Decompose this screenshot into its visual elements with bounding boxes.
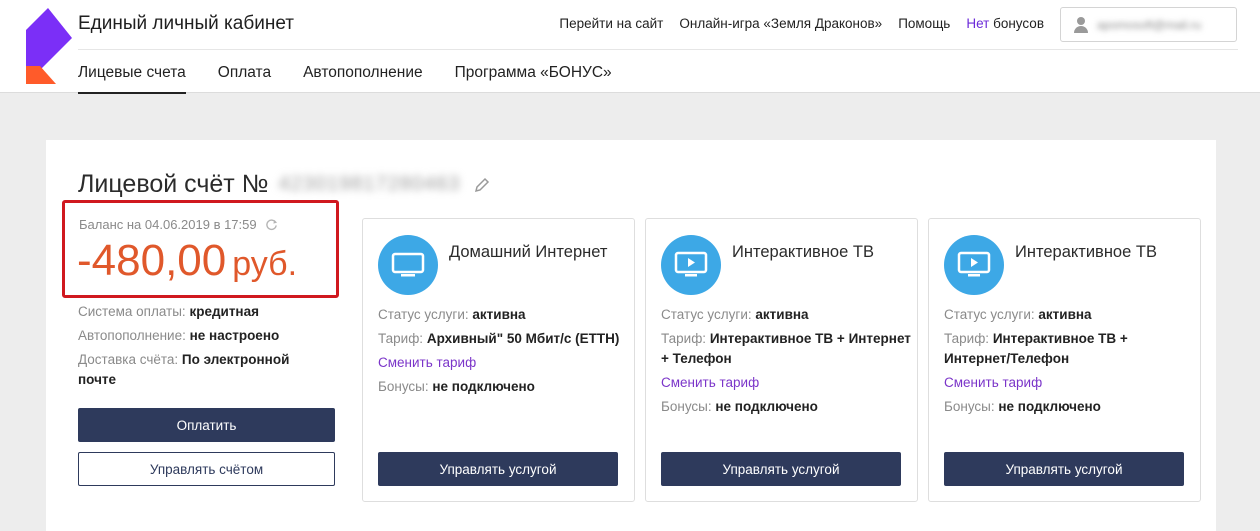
account-title: Лицевой счёт № 423019817280463 xyxy=(78,170,490,199)
main-nav: Лицевые счета Оплата Автопополнение Прог… xyxy=(78,64,612,94)
balance-date-text: Баланс на 04.06.2019 в 17:59 xyxy=(79,217,257,232)
service-icon-circle xyxy=(944,235,1004,295)
bonus-value: не подключено xyxy=(432,379,535,394)
go-to-site-link[interactable]: Перейти на сайт xyxy=(559,16,663,31)
help-link[interactable]: Помощь xyxy=(898,16,950,31)
user-icon xyxy=(1073,16,1089,33)
tab-bonus-program[interactable]: Программа «БОНУС» xyxy=(455,64,612,94)
service-details: Статус услуги: активна Тариф: Интерактив… xyxy=(661,305,911,421)
manage-service-button[interactable]: Управлять услугой xyxy=(378,452,618,486)
change-tariff-row: Сменить тариф xyxy=(944,373,1194,393)
service-tariff-row: Тариф: Архивный" 50 Мбит/с (ЕТТН) xyxy=(378,329,628,349)
balance-currency: руб. xyxy=(232,245,298,283)
balance-date: Баланс на 04.06.2019 в 17:59 xyxy=(79,217,278,232)
service-tariff-row: Тариф: Интерактивное ТВ + Интернет + Тел… xyxy=(661,329,911,369)
payment-system-row: Система оплаты: кредитная xyxy=(78,302,318,322)
status-value: активна xyxy=(472,307,526,322)
service-icon-circle xyxy=(661,235,721,295)
service-details: Статус услуги: активна Тариф: Интерактив… xyxy=(944,305,1194,421)
bonus-label: Бонусы: xyxy=(944,399,995,414)
autopay-label: Автопополнение: xyxy=(78,328,186,343)
service-card-tv-2: Интерактивное ТВ Статус услуги: активна … xyxy=(928,218,1201,502)
header-divider xyxy=(78,49,1238,50)
dragon-game-link[interactable]: Онлайн-игра «Земля Драконов» xyxy=(679,16,882,31)
autopay-row: Автопополнение: не настроено xyxy=(78,326,318,346)
bonus-suffix: бонусов xyxy=(993,16,1044,31)
status-label: Статус услуги: xyxy=(378,307,469,322)
refresh-icon[interactable] xyxy=(265,218,278,231)
account-number: 423019817280463 xyxy=(278,173,461,195)
manage-service-button[interactable]: Управлять услугой xyxy=(944,452,1184,486)
service-bonus-row: Бонусы: не подключено xyxy=(661,397,911,417)
service-status-row: Статус услуги: активна xyxy=(378,305,628,325)
bonus-value: не подключено xyxy=(715,399,818,414)
change-tariff-row: Сменить тариф xyxy=(378,353,628,373)
service-status-row: Статус услуги: активна xyxy=(944,305,1194,325)
status-value: активна xyxy=(1038,307,1092,322)
status-value: активна xyxy=(755,307,809,322)
tariff-label: Тариф: xyxy=(661,331,707,346)
rostelecom-logo-icon[interactable] xyxy=(26,8,74,84)
service-details: Статус услуги: активна Тариф: Архивный" … xyxy=(378,305,628,401)
tab-payment[interactable]: Оплата xyxy=(218,64,271,94)
bonus-label: Бонусы: xyxy=(378,379,429,394)
account-card: Лицевой счёт № 423019817280463 Баланс на… xyxy=(46,140,1216,531)
header: Единый личный кабинет Перейти на сайт Он… xyxy=(0,0,1260,94)
balance-amount: -480,00 руб. xyxy=(77,236,297,286)
user-email: apomosoft@mail.ru xyxy=(1097,17,1202,32)
service-card-tv: Интерактивное ТВ Статус услуги: активна … xyxy=(645,218,918,502)
change-tariff-link[interactable]: Сменить тариф xyxy=(378,355,476,370)
payment-system-value: кредитная xyxy=(189,304,259,319)
change-tariff-link[interactable]: Сменить тариф xyxy=(944,375,1042,390)
autopay-value: не настроено xyxy=(189,328,280,343)
bonus-value: не подключено xyxy=(998,399,1101,414)
service-tariff-row: Тариф: Интерактивное ТВ + Интернет/Телеф… xyxy=(944,329,1194,369)
account-info: Система оплаты: кредитная Автопополнение… xyxy=(78,302,318,394)
edit-pencil-icon[interactable] xyxy=(474,177,490,193)
manage-service-button[interactable]: Управлять услугой xyxy=(661,452,901,486)
balance-value: -480,00 xyxy=(77,236,227,285)
bonus-link[interactable]: Нет бонусов xyxy=(966,16,1044,31)
service-card-internet: Домашний Интернет Статус услуги: активна… xyxy=(362,218,635,502)
bill-delivery-label: Доставка счёта: xyxy=(78,352,179,367)
top-links: Перейти на сайт Онлайн-игра «Земля Драко… xyxy=(559,16,1044,31)
manage-account-button[interactable]: Управлять счётом xyxy=(78,452,335,486)
payment-system-label: Система оплаты: xyxy=(78,304,186,319)
pay-button[interactable]: Оплатить xyxy=(78,408,335,442)
service-name: Домашний Интернет xyxy=(449,243,608,261)
balance-highlight-box: Баланс на 04.06.2019 в 17:59 -480,00 руб. xyxy=(62,200,339,298)
service-bonus-row: Бонусы: не подключено xyxy=(378,377,628,397)
service-status-row: Статус услуги: активна xyxy=(661,305,911,325)
status-label: Статус услуги: xyxy=(661,307,752,322)
tv-play-icon xyxy=(957,251,991,277)
service-name: Интерактивное ТВ xyxy=(1015,243,1157,261)
change-tariff-row: Сменить тариф xyxy=(661,373,911,393)
service-name: Интерактивное ТВ xyxy=(732,243,874,261)
tv-play-icon xyxy=(674,251,708,277)
tariff-label: Тариф: xyxy=(378,331,424,346)
tariff-value: Архивный" 50 Мбит/с (ЕТТН) xyxy=(426,331,620,346)
service-icon-circle xyxy=(378,235,438,295)
bonus-prefix: Нет xyxy=(966,16,990,31)
change-tariff-link[interactable]: Сменить тариф xyxy=(661,375,759,390)
bill-delivery-row: Доставка счёта: По электронной почте xyxy=(78,350,318,390)
app-title: Единый личный кабинет xyxy=(78,13,294,34)
user-menu[interactable]: apomosoft@mail.ru xyxy=(1060,7,1237,42)
tab-accounts[interactable]: Лицевые счета xyxy=(78,64,186,94)
status-label: Статус услуги: xyxy=(944,307,1035,322)
account-title-label: Лицевой счёт № xyxy=(78,170,269,198)
tariff-label: Тариф: xyxy=(944,331,990,346)
tab-autopay[interactable]: Автопополнение xyxy=(303,64,423,94)
monitor-icon xyxy=(391,252,425,277)
service-bonus-row: Бонусы: не подключено xyxy=(944,397,1194,417)
bonus-label: Бонусы: xyxy=(661,399,712,414)
